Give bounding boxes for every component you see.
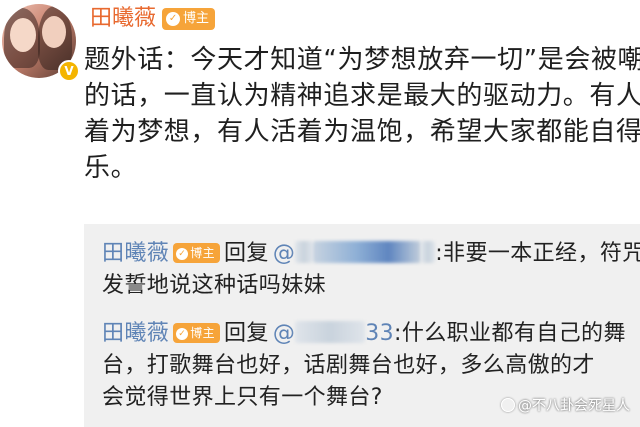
blogger-tag-icon: ✓ bbox=[176, 328, 189, 340]
verified-badge-icon: V bbox=[58, 60, 80, 82]
watermark-text: @不八卦会死星人 bbox=[518, 398, 630, 414]
comment-item: 田曦薇 ✓ 博主 回复 @:非要一本正经，符咒 发誓地说这种话吗妹妹 bbox=[102, 238, 640, 302]
weibo-post: V 田曦薇 ✓ 博主 题外话：今天才知道“为梦想放弃一切”是会被嘲笑 的话，一直认为… bbox=[0, 0, 640, 427]
avatar-face-left bbox=[10, 18, 36, 52]
comment-line: 田曦薇 ✓ 博主 回复 @33:什么职业都有自己的舞 bbox=[102, 318, 626, 350]
blurred-username bbox=[295, 321, 366, 343]
blurred-username bbox=[421, 241, 436, 263]
blogger-tag: ✓ 博主 bbox=[162, 8, 216, 30]
comment-tag-label: 博主 bbox=[190, 246, 216, 260]
author-name[interactable]: 田曦薇 bbox=[90, 6, 156, 31]
mention-prefix: @ bbox=[272, 321, 296, 346]
post-line: 的话，一直认为精神追求是最大的驱动力。有人活 bbox=[84, 81, 640, 111]
comment-line: 田曦薇 ✓ 博主 回复 @:非要一本正经，符咒 bbox=[102, 238, 640, 270]
comment-text: :非要一本正经，符咒 bbox=[435, 241, 640, 266]
mention-prefix: @ bbox=[272, 241, 296, 266]
comment-line: 台，打歌舞台也好，话剧舞台也好，多么高傲的才 bbox=[102, 353, 595, 378]
comment-tag-label: 博主 bbox=[190, 326, 216, 340]
reply-word: 回复 bbox=[224, 241, 269, 266]
comment-blogger-tag: ✓ 博主 bbox=[173, 243, 221, 263]
avatar-face-right bbox=[42, 16, 66, 48]
comment-text: :什么职业都有自己的舞 bbox=[394, 321, 626, 346]
watermark: @不八卦会死星人 bbox=[501, 395, 630, 415]
blogger-tag-icon: ✓ bbox=[176, 248, 189, 260]
post-line: 乐。 bbox=[84, 153, 138, 183]
mention-link[interactable]: @ bbox=[272, 241, 436, 266]
author-header: 田曦薇 ✓ 博主 bbox=[90, 4, 216, 34]
comment-author[interactable]: 田曦薇 bbox=[102, 241, 169, 266]
post-content: 题外话：今天才知道“为梦想放弃一切”是会被嘲笑 的话，一直认为精神追求是最大的驱… bbox=[84, 42, 640, 186]
post-line: 着为梦想，有人活着为温饱，希望大家都能自得其 bbox=[84, 117, 640, 147]
blurred-username bbox=[313, 241, 422, 263]
comment-blogger-tag: ✓ 博主 bbox=[173, 323, 221, 343]
comment-author[interactable]: 田曦薇 bbox=[102, 321, 169, 346]
blogger-tag-icon: ✓ bbox=[166, 12, 181, 26]
watermark-logo-icon bbox=[501, 398, 515, 412]
mention-link[interactable]: @33 bbox=[273, 321, 394, 346]
reply-word: 回复 bbox=[224, 321, 269, 346]
comment-line: 发誓地说这种话吗妹妹 bbox=[102, 273, 327, 298]
blogger-tag-label: 博主 bbox=[183, 11, 210, 26]
blurred-username bbox=[295, 241, 314, 263]
mention-tail: 33 bbox=[365, 321, 395, 346]
post-line: 题外话：今天才知道“为梦想放弃一切”是会被嘲笑 bbox=[84, 45, 640, 75]
